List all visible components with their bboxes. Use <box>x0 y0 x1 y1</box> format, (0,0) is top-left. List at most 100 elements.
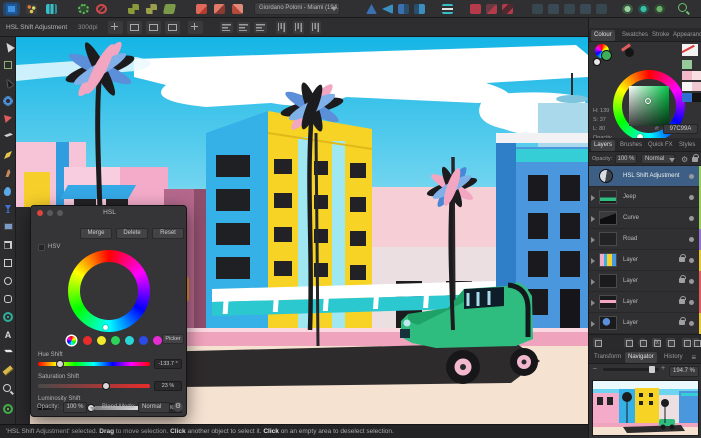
layer-row-hsl-adjustment[interactable]: HSL Shift Adjustment <box>589 166 701 187</box>
zoom-slider-thumb[interactable] <box>649 366 655 373</box>
swatch-greens[interactable] <box>111 336 120 345</box>
saturation-lightness-square[interactable] <box>629 86 669 126</box>
layers-lock-icon[interactable] <box>692 154 699 162</box>
flip-vertical-icon[interactable] <box>382 4 393 14</box>
layer-row-buildings[interactable]: Layer <box>589 250 701 271</box>
hsl-dialog[interactable]: HSL Merge Delete Reset HSV Picker Hue Sh… <box>30 205 187 417</box>
align-right-icon[interactable] <box>564 4 575 14</box>
align-top-edges-icon[interactable] <box>276 21 287 34</box>
layers-opacity-value[interactable]: 100 % <box>615 154 637 164</box>
panel-menu-icon[interactable]: ≡ <box>688 352 699 363</box>
tool-artboard[interactable] <box>2 59 14 71</box>
fx-icon[interactable]: fx <box>651 337 662 348</box>
lock-icon[interactable] <box>679 317 686 325</box>
stroke-colour-well[interactable] <box>593 58 601 66</box>
layer-thumbnail[interactable] <box>599 274 617 288</box>
visibility-toggle[interactable] <box>689 216 694 221</box>
swatch-black[interactable] <box>692 93 701 102</box>
visibility-toggle[interactable] <box>689 300 694 305</box>
tab-colour[interactable]: Colour <box>591 30 615 41</box>
tool-point-transform[interactable] <box>2 95 14 107</box>
visibility-toggle[interactable] <box>689 195 694 200</box>
align-left-icon[interactable] <box>532 4 543 14</box>
swatch-yellows[interactable] <box>97 336 106 345</box>
chevron-right-icon[interactable] <box>591 216 595 222</box>
align-center-horizontal-icon[interactable] <box>237 22 250 33</box>
visibility-toggle[interactable] <box>689 258 694 263</box>
bounds-icon[interactable] <box>127 21 142 34</box>
layer-thumbnail[interactable] <box>599 190 617 204</box>
chevron-right-icon[interactable] <box>591 258 595 264</box>
chevron-right-icon[interactable] <box>591 321 595 327</box>
transform-origin-icon[interactable] <box>188 21 203 34</box>
tab-styles[interactable]: Styles <box>676 140 698 151</box>
hue-shift-thumb[interactable] <box>56 359 64 368</box>
colour-selector-well[interactable] <box>2 403 14 415</box>
swatch-blue[interactable] <box>682 93 692 102</box>
align-left-edges-icon[interactable] <box>220 22 233 33</box>
visibility-toggle[interactable] <box>689 321 694 326</box>
layer-row-jeep[interactable]: Jeep <box>589 187 701 208</box>
tab-transform[interactable]: Transform <box>591 352 624 363</box>
delete-layer-icon[interactable] <box>691 337 701 348</box>
tab-brushes[interactable]: Brushes <box>617 140 645 151</box>
persona-pixel-icon[interactable] <box>26 4 37 14</box>
tool-corner[interactable] <box>2 113 14 125</box>
tab-stroke[interactable]: Stroke <box>649 30 672 41</box>
saturation-shift-track[interactable] <box>38 381 150 390</box>
boolean-subtract-icon[interactable] <box>486 4 497 14</box>
transform-cycle-icon[interactable] <box>128 4 139 14</box>
hex-value-field[interactable]: 97C99A <box>663 124 698 134</box>
snapping-gear-icon[interactable] <box>78 4 89 14</box>
merge-button[interactable]: Merge <box>80 228 112 239</box>
chevron-right-icon[interactable] <box>591 237 595 243</box>
search-icon[interactable] <box>678 3 687 12</box>
lock-icon[interactable] <box>679 296 686 304</box>
visibility-toggle[interactable] <box>689 279 694 284</box>
align-top-icon[interactable] <box>580 4 591 14</box>
tool-transparency[interactable] <box>2 203 14 215</box>
tool-zoom[interactable] <box>2 383 14 395</box>
mask-layer-icon[interactable] <box>623 337 634 348</box>
delete-button[interactable]: Delete <box>116 228 148 239</box>
zoom-in-icon[interactable]: + <box>661 365 665 372</box>
tool-text[interactable]: A <box>2 329 14 341</box>
hsv-checkbox[interactable] <box>38 244 45 251</box>
swatch-none[interactable] <box>682 44 698 56</box>
fill-colour-well[interactable] <box>601 50 612 61</box>
rotate-ccw-icon[interactable] <box>398 4 409 14</box>
tool-rectangle[interactable] <box>2 257 14 269</box>
align-center-icon[interactable] <box>548 4 559 14</box>
transform-separate-icon[interactable] <box>146 4 157 14</box>
tab-appearance[interactable]: Appearance <box>670 30 701 41</box>
layer-thumbnail[interactable] <box>599 253 617 267</box>
layers-gear-icon[interactable]: ⚙ <box>681 155 688 164</box>
swatch-cyans[interactable] <box>125 336 134 345</box>
boolean-add-icon[interactable] <box>470 4 481 14</box>
swatch-green[interactable] <box>682 60 692 69</box>
flip-horizontal-icon[interactable] <box>366 4 377 14</box>
tool-ellipse[interactable] <box>2 275 14 287</box>
tab-swatches[interactable]: Swatches <box>619 30 651 41</box>
reset-button[interactable]: Reset <box>152 228 184 239</box>
chevron-right-icon[interactable] <box>591 195 595 201</box>
tool-pencil[interactable] <box>2 149 14 161</box>
swatch-pale-pink[interactable] <box>692 71 701 80</box>
visibility-toggle[interactable] <box>689 237 694 242</box>
navigator-thumbnail[interactable] <box>592 380 699 436</box>
insert-top-icon[interactable] <box>654 4 665 14</box>
layer-row-curve[interactable]: Curve <box>589 208 701 229</box>
resize-handles-icon[interactable] <box>146 21 161 34</box>
swatch-pink[interactable] <box>682 71 692 80</box>
tab-quick-fx[interactable]: Quick FX <box>645 140 676 151</box>
rotate-cw-icon[interactable] <box>414 4 425 14</box>
tool-shape[interactable] <box>2 311 14 323</box>
align-right-edges-icon[interactable] <box>254 22 267 33</box>
boolean-intersect-icon[interactable] <box>502 4 513 14</box>
hue-shift-value[interactable]: -133.7 ° <box>154 359 182 369</box>
document-switcher-dropdown[interactable]: Giordano Poloni - Miami (194.7%) <box>254 2 340 15</box>
swatch-reds[interactable] <box>83 336 92 345</box>
swatch-blues[interactable] <box>139 336 148 345</box>
align-bottom-icon[interactable] <box>596 4 607 14</box>
tool-crop[interactable] <box>2 239 14 251</box>
